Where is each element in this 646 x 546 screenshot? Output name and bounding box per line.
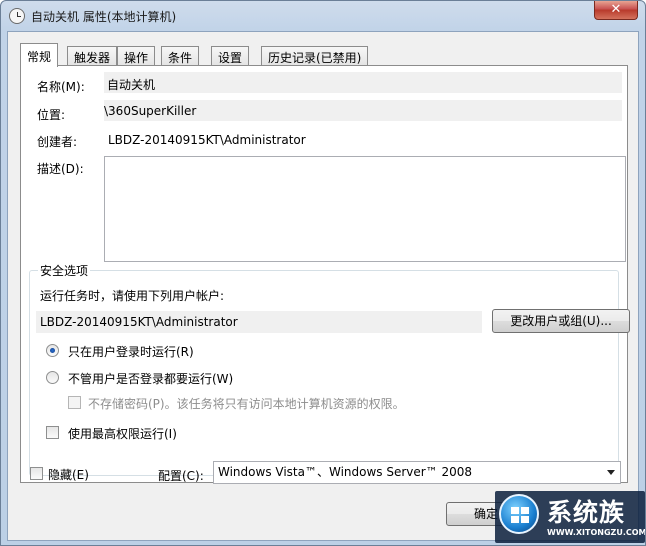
- security-options-group: 安全选项 运行任务时，请使用下列用户帐户: LBDZ-20140915KT\Ad…: [29, 262, 630, 476]
- site-watermark: 系统族 WWW.XITONGZU.COM: [495, 491, 645, 543]
- location-label: 位置:: [37, 108, 66, 122]
- configure-label: 配置(C):: [158, 469, 204, 483]
- dialog-client: 常规 触发器 操作 条件 设置 历史记录(已禁用) 名称(M): 自动关机 位置…: [7, 31, 639, 541]
- account-value: LBDZ-20140915KT\Administrator: [40, 315, 238, 329]
- tab-triggers[interactable]: 触发器: [67, 46, 118, 66]
- windows-logo-icon: [499, 494, 539, 534]
- run-as-prompt: 运行任务时，请使用下列用户帐户:: [40, 289, 225, 303]
- account-field: LBDZ-20140915KT\Administrator: [36, 311, 482, 333]
- do-not-store-password-label: 不存储密码(P)。该任务将只有访问本地计算机资源的权限。: [88, 397, 405, 411]
- chevron-down-icon: [607, 470, 615, 475]
- name-label: 名称(M):: [37, 80, 85, 94]
- author-value: LBDZ-20140915KT\Administrator: [108, 133, 306, 147]
- configure-select[interactable]: Windows Vista™、Windows Server™ 2008: [213, 461, 621, 484]
- watermark-url: WWW.XITONGZU.COM: [547, 528, 645, 537]
- checkbox-do-not-store-password: [68, 396, 81, 409]
- general-panel: 名称(M): 自动关机 位置: \360SuperKiller 创建者: LBD…: [20, 65, 630, 483]
- checkbox-highest-privileges[interactable]: [46, 426, 59, 439]
- name-value: 自动关机: [107, 78, 156, 92]
- configure-select-value: Windows Vista™、Windows Server™ 2008: [218, 465, 473, 479]
- author-label: 创建者:: [37, 135, 78, 149]
- tab-conditions[interactable]: 条件: [161, 46, 200, 66]
- checkbox-hidden[interactable]: [30, 467, 43, 480]
- name-field[interactable]: 自动关机: [104, 72, 622, 93]
- security-options-title: 安全选项: [38, 262, 91, 279]
- task-properties-window: 自动关机 属性(本地计算机) ✕ 常规 触发器 操作 条件 设置 历史记录(已禁…: [0, 0, 646, 546]
- tab-settings[interactable]: 设置: [211, 46, 250, 66]
- clock-icon: [9, 8, 25, 24]
- tab-general[interactable]: 常规: [20, 43, 59, 67]
- location-field: \360SuperKiller: [104, 100, 622, 121]
- radio-run-whether-logged-on-label[interactable]: 不管用户是否登录都要运行(W): [68, 370, 233, 387]
- radio-run-when-logged-on[interactable]: [46, 344, 59, 357]
- hidden-label[interactable]: 隐藏(E): [48, 466, 89, 483]
- description-textarea[interactable]: [104, 156, 626, 262]
- watermark-title: 系统族: [547, 498, 626, 527]
- tab-history[interactable]: 历史记录(已禁用): [261, 46, 369, 66]
- tab-actions[interactable]: 操作: [117, 46, 156, 66]
- radio-run-when-logged-on-label[interactable]: 只在用户登录时运行(R): [68, 343, 194, 360]
- location-value: \360SuperKiller: [104, 104, 197, 118]
- description-label: 描述(D):: [37, 162, 84, 176]
- title-bar[interactable]: 自动关机 属性(本地计算机) ✕: [1, 1, 645, 31]
- change-user-button[interactable]: 更改用户或组(U)...: [492, 309, 630, 333]
- window-title: 自动关机 属性(本地计算机): [31, 10, 177, 24]
- radio-run-whether-logged-on[interactable]: [46, 371, 59, 384]
- highest-privileges-label[interactable]: 使用最高权限运行(I): [68, 425, 177, 442]
- close-button[interactable]: ✕: [594, 1, 638, 20]
